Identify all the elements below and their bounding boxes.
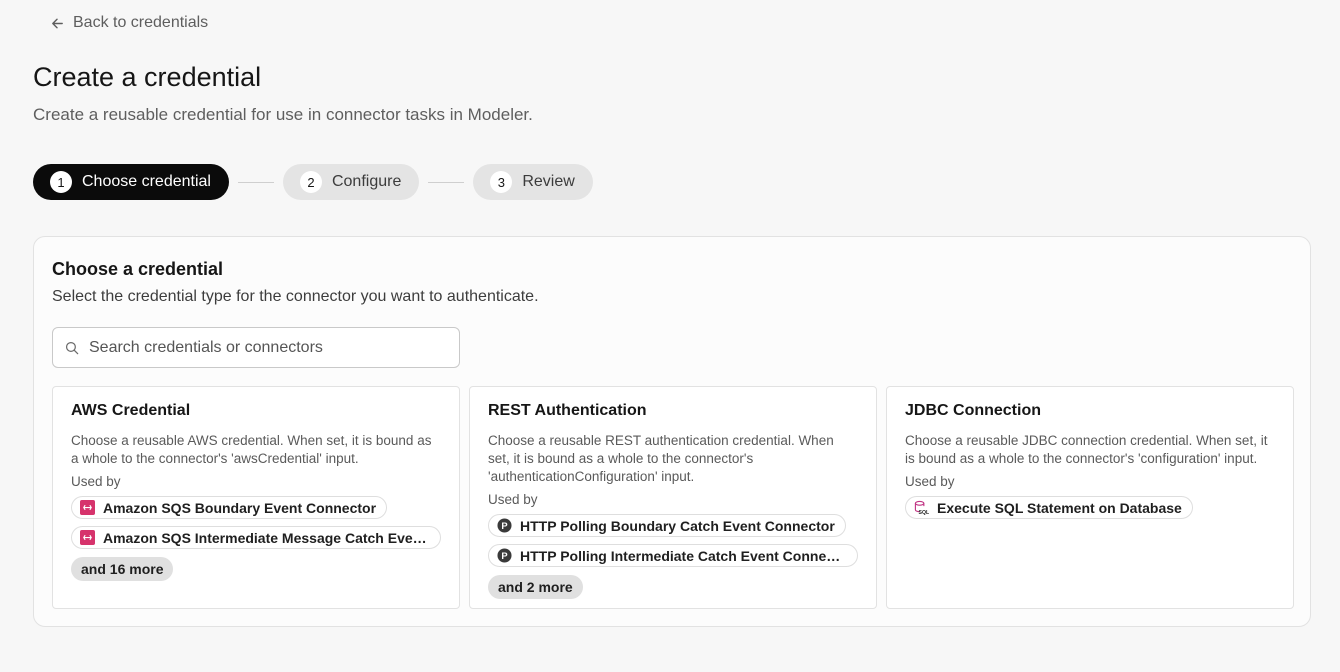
connector-chips: SQL Execute SQL Statement on Database	[905, 496, 1275, 519]
connector-chip: SQL Execute SQL Statement on Database	[905, 496, 1193, 519]
connector-name: HTTP Polling Intermediate Catch Event Co…	[520, 547, 847, 564]
http-polling-icon: P	[497, 518, 512, 533]
connector-name: HTTP Polling Boundary Catch Event Connec…	[520, 517, 835, 534]
credential-cards: AWS Credential Choose a reusable AWS cre…	[52, 386, 1294, 609]
more-connectors-chip[interactable]: and 16 more	[71, 557, 174, 581]
step-number: 3	[490, 171, 513, 193]
arrow-left-icon	[52, 18, 63, 28]
connector-name: Amazon SQS Boundary Event Connector	[103, 499, 377, 516]
connector-name: Amazon SQS Intermediate Message Catch Ev…	[103, 529, 430, 546]
connector-chip: Amazon SQS Boundary Event Connector	[71, 496, 388, 519]
search-icon	[65, 341, 79, 355]
used-by-label: Used by	[905, 474, 955, 489]
sql-database-icon: SQL	[914, 500, 929, 515]
amazon-sqs-icon	[80, 500, 95, 515]
svg-text:P: P	[501, 551, 507, 561]
step-choose-credential[interactable]: 1 Choose credential	[33, 164, 229, 200]
connector-chip: P HTTP Polling Intermediate Catch Event …	[488, 544, 858, 567]
http-polling-icon: P	[497, 548, 512, 563]
step-review[interactable]: 3 Review	[473, 164, 593, 200]
page-title: Create a credential	[33, 62, 262, 92]
card-title: JDBC Connection	[905, 402, 1041, 419]
step-number: 1	[50, 171, 72, 193]
card-aws-credential[interactable]: AWS Credential Choose a reusable AWS cre…	[52, 386, 460, 609]
card-jdbc-connection[interactable]: JDBC Connection Choose a reusable JDBC c…	[886, 386, 1294, 609]
step-connector-line	[237, 181, 274, 183]
card-description: Choose a reusable AWS credential. When s…	[71, 433, 432, 466]
back-to-credentials-link[interactable]: Back to credentials	[50, 14, 208, 32]
card-description: Choose a reusable JDBC connection creden…	[905, 433, 1268, 466]
used-by-label: Used by	[71, 474, 121, 489]
connector-chips: P HTTP Polling Boundary Catch Event Conn…	[488, 514, 858, 599]
used-by-label: Used by	[488, 492, 538, 507]
svg-text:P: P	[501, 521, 507, 531]
amazon-sqs-icon	[80, 530, 95, 545]
panel-description: Select the credential type for the conne…	[52, 288, 539, 305]
choose-credential-panel: Choose a credential Select the credentia…	[33, 236, 1311, 627]
card-description: Choose a reusable REST authentication cr…	[488, 433, 834, 484]
back-link-label: Back to credentials	[73, 14, 209, 31]
step-label: Choose credential	[82, 173, 211, 190]
card-rest-authentication[interactable]: REST Authentication Choose a reusable RE…	[469, 386, 877, 609]
card-title: REST Authentication	[488, 402, 647, 419]
step-configure[interactable]: 2 Configure	[282, 164, 420, 200]
step-number: 2	[299, 171, 322, 193]
panel-title: Choose a credential	[52, 259, 224, 279]
connector-chip: Amazon SQS Intermediate Message Catch Ev…	[71, 526, 441, 549]
svg-text:SQL: SQL	[919, 510, 929, 515]
page-subtitle: Create a reusable credential for use in …	[33, 105, 533, 124]
more-connectors-chip[interactable]: and 2 more	[488, 575, 583, 599]
connector-name: Execute SQL Statement on Database	[937, 499, 1182, 516]
step-label: Review	[522, 173, 575, 190]
step-label: Configure	[331, 173, 402, 190]
search-input[interactable]	[53, 328, 459, 367]
search-box	[52, 327, 460, 368]
connector-chips: Amazon SQS Boundary Event Connector Amaz…	[71, 496, 441, 581]
stepper: 1 Choose credential 2 Configure 3 Review	[33, 164, 593, 200]
card-title: AWS Credential	[71, 402, 191, 419]
step-connector-line	[428, 181, 465, 183]
connector-chip: P HTTP Polling Boundary Catch Event Conn…	[488, 514, 846, 537]
